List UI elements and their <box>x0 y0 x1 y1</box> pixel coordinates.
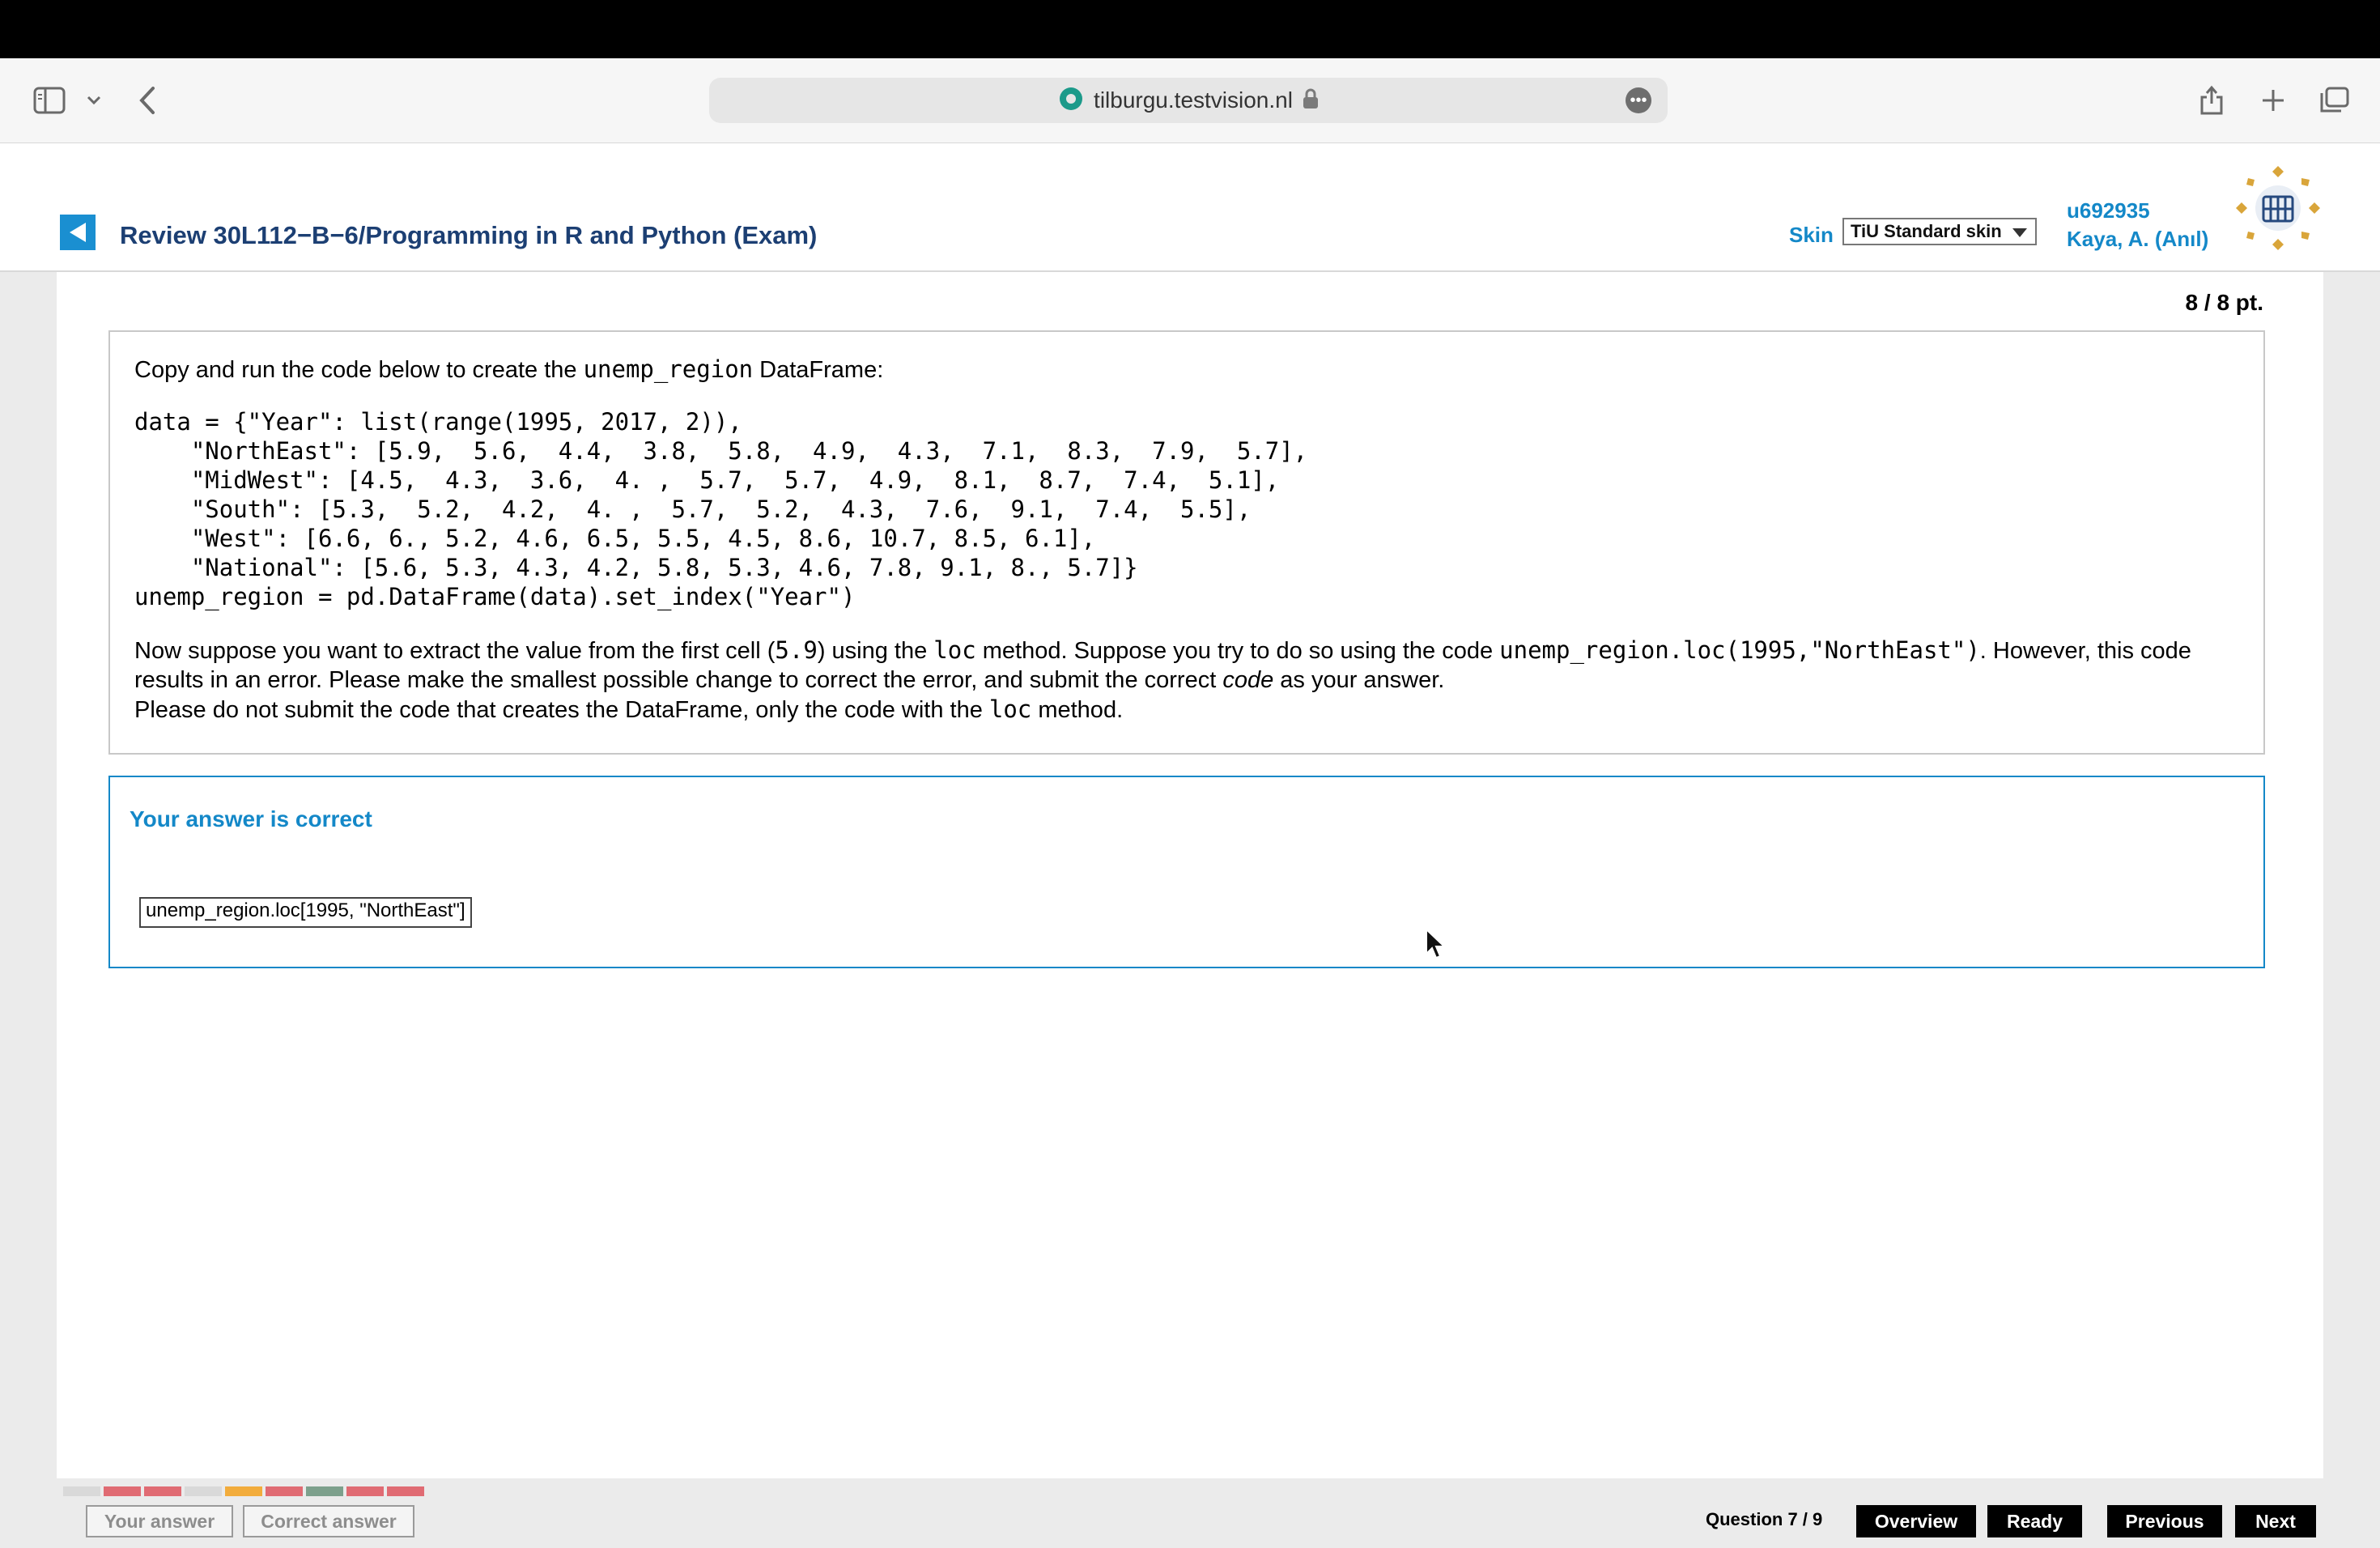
progress-segment[interactable] <box>185 1486 222 1496</box>
inline-code: unemp_region <box>583 355 754 383</box>
share-icon[interactable] <box>2195 81 2228 118</box>
question-text: Please do not submit the code that creat… <box>134 697 989 723</box>
chevron-down-icon[interactable] <box>84 91 104 110</box>
triangle-left-icon <box>70 223 86 242</box>
progress-segment[interactable] <box>63 1486 100 1496</box>
your-answer-button[interactable]: Your answer <box>86 1505 233 1537</box>
exam-header: Review 30L112−B−6/Programming in R and P… <box>0 143 2380 272</box>
review-content: 8 / 8 pt. Copy and run the code below to… <box>57 272 2323 1478</box>
question-counter: Question 7 / 9 <box>1706 1509 1823 1529</box>
emphasis-text: code <box>1222 667 1274 693</box>
ready-button[interactable]: Ready <box>1987 1505 2082 1537</box>
progress-segment[interactable] <box>266 1486 303 1496</box>
user-id: u692935 <box>2067 198 2150 223</box>
skin-select[interactable]: TiU Standard skin <box>1842 218 2037 245</box>
question-text: as your answer. <box>1273 667 1445 693</box>
intro-text: DataFrame: <box>753 357 884 383</box>
question-progress-bar <box>63 1486 424 1496</box>
inline-code: 5.9 <box>775 636 818 664</box>
overview-button[interactable]: Overview <box>1856 1505 1976 1537</box>
sidebar-toggle-icon[interactable] <box>32 84 66 117</box>
answer-status: Your answer is correct <box>130 806 372 831</box>
score-display: 8 / 8 pt. <box>2185 290 2263 315</box>
question-paragraph: Now suppose you want to extract the valu… <box>134 636 2239 695</box>
intro-text: Copy and run the code below to create th… <box>134 357 584 383</box>
dropdown-arrow-icon <box>2012 228 2027 237</box>
page-title: Review 30L112−B−6/Programming in R and P… <box>120 221 818 249</box>
url-text: tilburgu.testvision.nl <box>1094 87 1293 113</box>
answer-box: Your answer is correct unemp_region.loc[… <box>108 776 2265 968</box>
next-button[interactable]: Next <box>2235 1505 2316 1537</box>
progress-segment[interactable] <box>225 1486 262 1496</box>
progress-segment[interactable] <box>387 1486 424 1496</box>
question-intro: Copy and run the code below to create th… <box>134 355 2239 385</box>
browser-toolbar: tilburgu.testvision.nl ••• <box>0 58 2380 143</box>
review-back-button[interactable] <box>60 215 96 250</box>
skin-select-value: TiU Standard skin <box>1851 221 2002 241</box>
inline-code: loc <box>988 695 1032 723</box>
system-menu-bar <box>0 0 2380 58</box>
correct-answer-button[interactable]: Correct answer <box>243 1505 414 1537</box>
progress-segment[interactable] <box>104 1486 141 1496</box>
site-icon <box>1058 86 1084 116</box>
question-note: Please do not submit the code that creat… <box>134 695 2239 725</box>
code-block: data = {"Year": list(range(1995, 2017, 2… <box>134 408 1308 610</box>
progress-segment[interactable] <box>306 1486 343 1496</box>
skin-label: Skin <box>1789 223 1834 247</box>
previous-button[interactable]: Previous <box>2107 1505 2222 1537</box>
inline-code: unemp_region.loc(1995,"NorthEast") <box>1499 636 1980 664</box>
inline-code: loc <box>933 636 976 664</box>
user-name: Kaya, A. (Anıl) <box>2067 227 2209 251</box>
question-text: Now suppose you want to extract the valu… <box>134 638 776 664</box>
progress-segment[interactable] <box>144 1486 181 1496</box>
question-text: ) using the <box>817 638 934 664</box>
address-bar[interactable]: tilburgu.testvision.nl ••• <box>709 78 1668 123</box>
page-menu-icon[interactable]: ••• <box>1626 87 1651 113</box>
new-tab-icon[interactable] <box>2257 84 2289 117</box>
tab-overview-icon[interactable] <box>2317 84 2351 117</box>
progress-segment[interactable] <box>346 1486 384 1496</box>
question-box: Copy and run the code below to create th… <box>108 330 2265 755</box>
question-text: method. <box>1031 697 1124 723</box>
back-arrow-icon[interactable] <box>133 84 162 117</box>
mouse-pointer-icon <box>1426 928 1447 959</box>
question-text: method. Suppose you try to do so using t… <box>975 638 1500 664</box>
lock-icon <box>1303 88 1319 113</box>
university-logo <box>2236 166 2320 250</box>
answer-field[interactable]: unemp_region.loc[1995, "NorthEast"] <box>139 897 472 928</box>
